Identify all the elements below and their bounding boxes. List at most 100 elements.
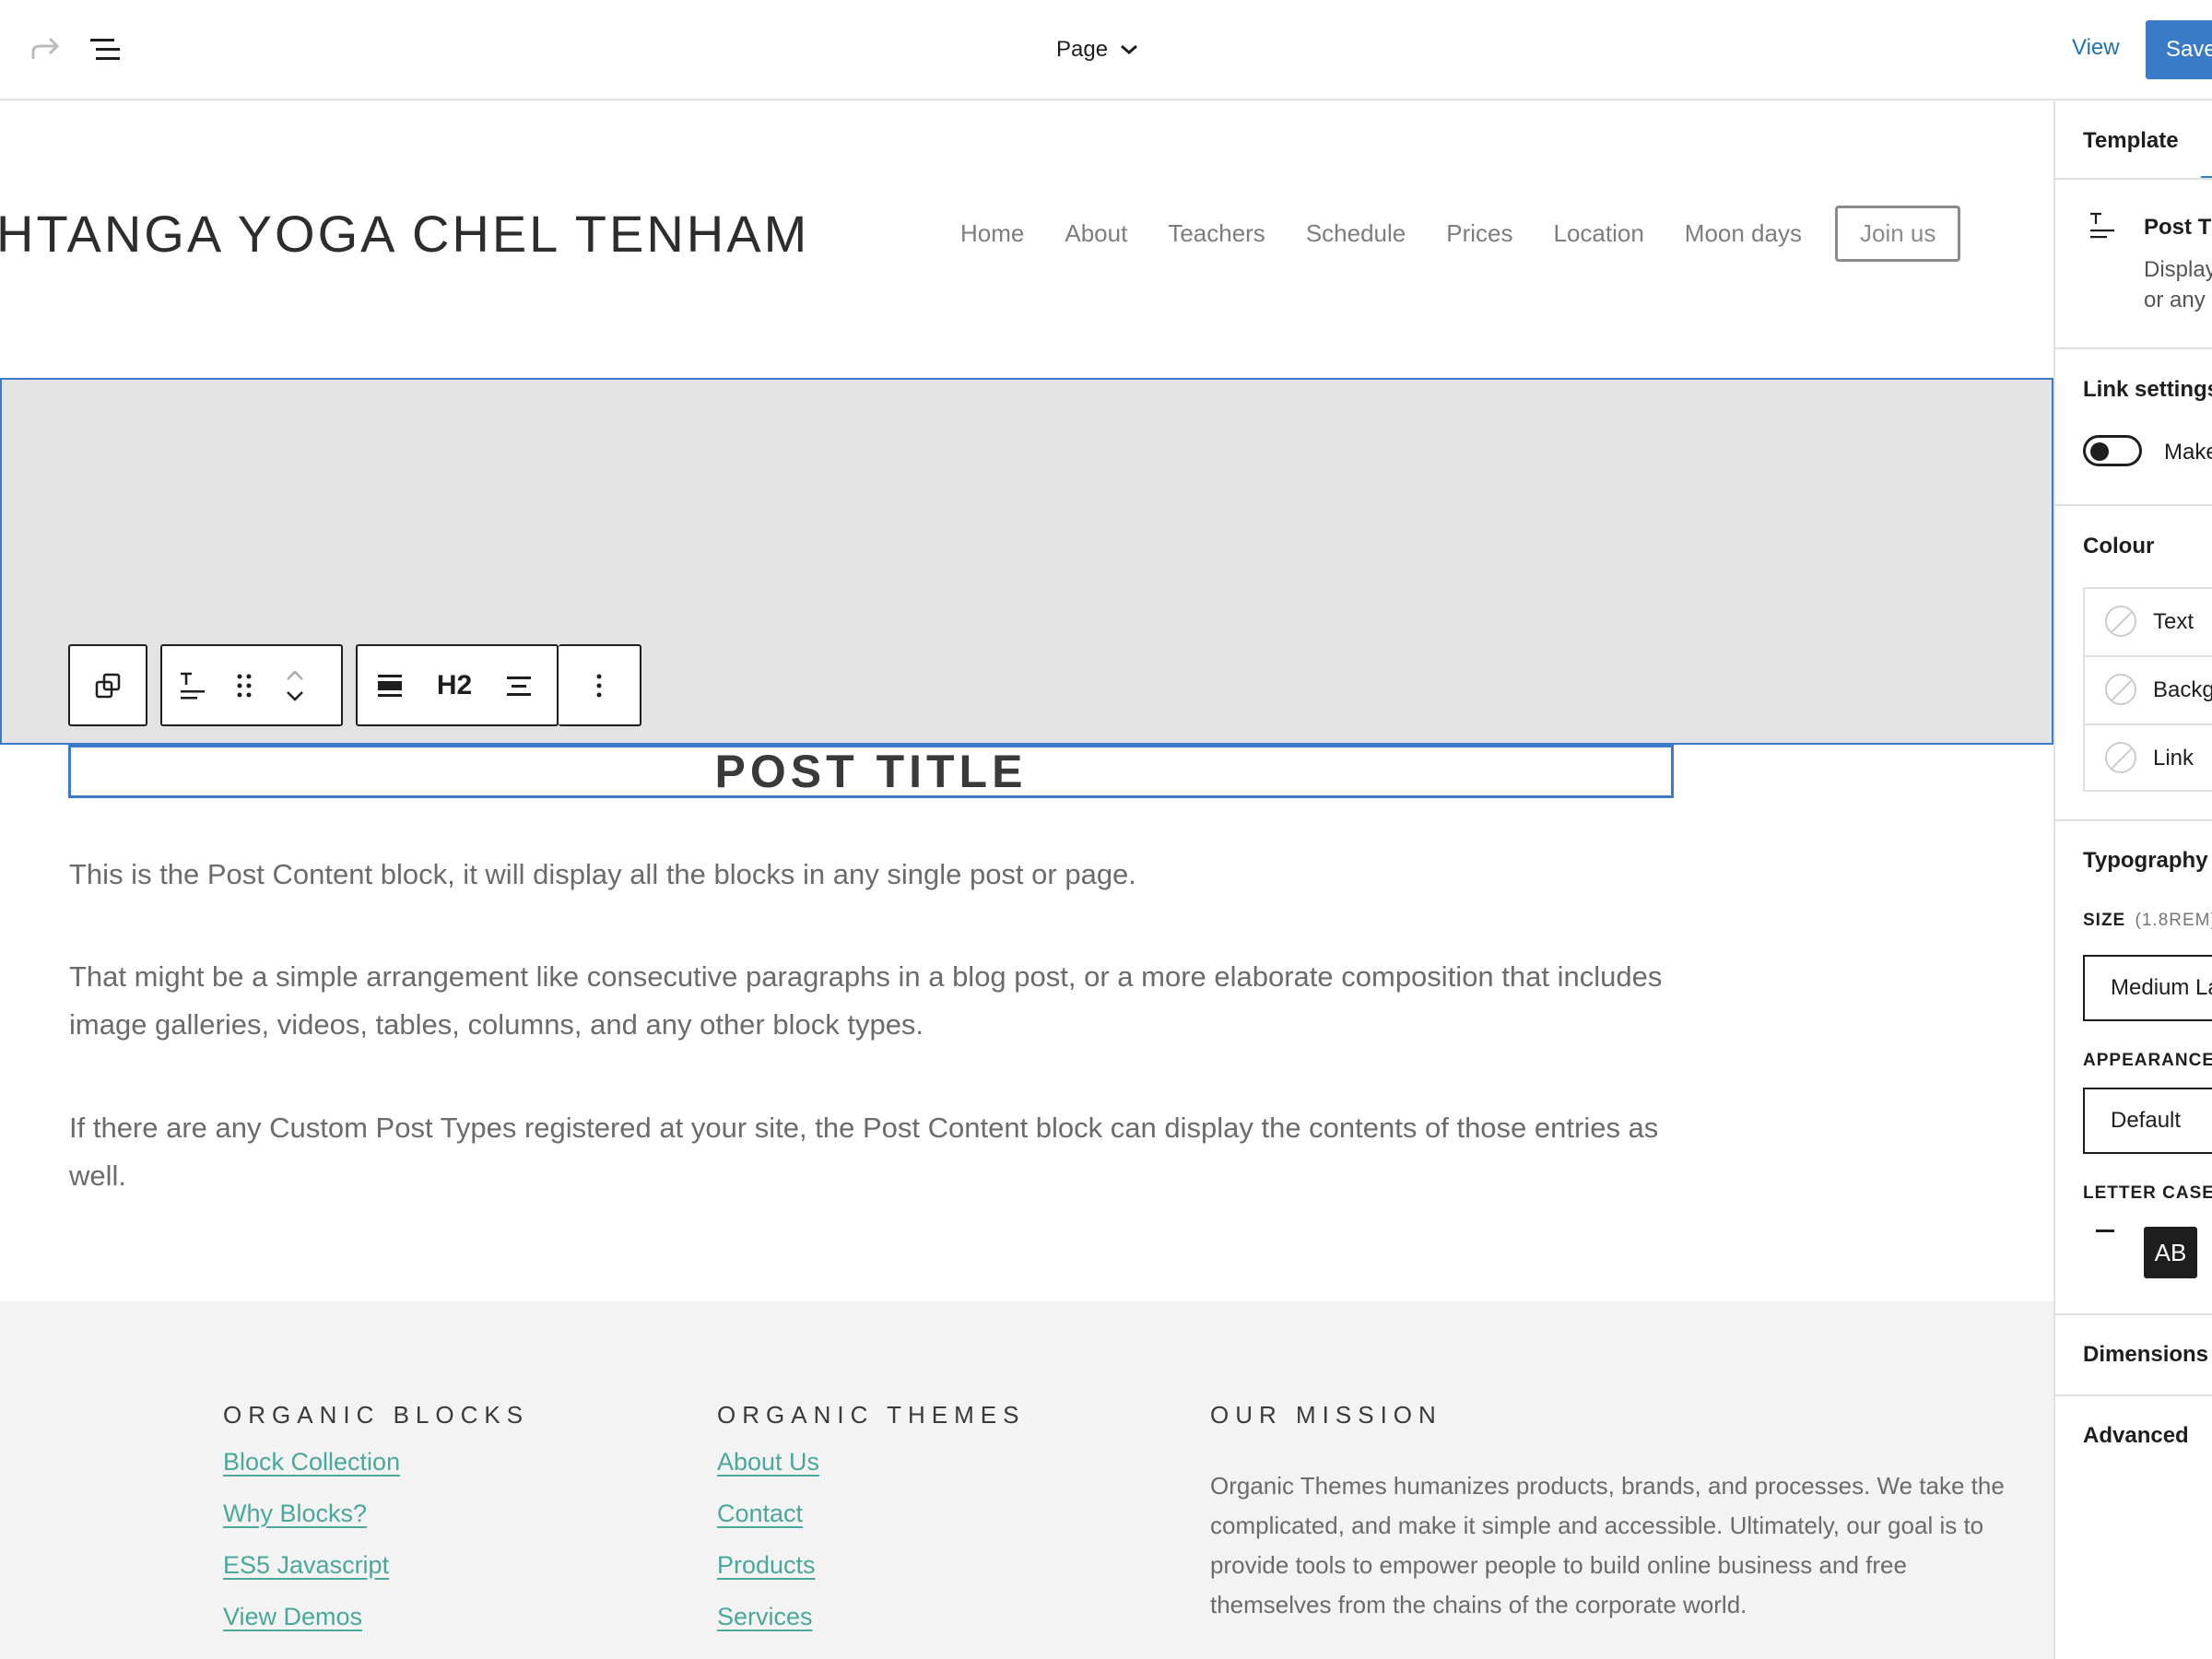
panel-advanced[interactable]: Advanced <box>2083 1423 2189 1449</box>
colour-label: Backg <box>2153 677 2212 702</box>
chevron-down-icon <box>1121 44 1138 54</box>
navigation: Home About Teachers Schedule Prices Loca… <box>960 206 1961 262</box>
footer-link[interactable]: Products <box>717 1551 1025 1580</box>
select-parent-button[interactable] <box>70 646 146 724</box>
heading-level-button[interactable]: H2 <box>422 646 487 724</box>
nav-item-moon-days[interactable]: Moon days <box>1685 219 1802 248</box>
panel-link-settings[interactable]: Link settings <box>2083 377 2212 403</box>
colour-swatch <box>2105 606 2136 637</box>
mission-text: Organic Themes humanizes products, brand… <box>1210 1472 2005 1618</box>
footer-heading: ORGANIC THEMES <box>717 1401 1026 1429</box>
block-card-title: Post Ti <box>2144 215 2212 240</box>
block-card-description: Display <box>2144 257 2212 282</box>
nav-item-teachers[interactable]: Teachers <box>1168 219 1265 248</box>
block-toolbar: H2 <box>68 644 641 726</box>
footer-column-organic-themes: ORGANIC THEMES About Us Contact Products… <box>717 1401 1025 1654</box>
colour-options: Text Backg Link <box>2083 587 2212 792</box>
move-up-icon[interactable] <box>285 669 305 682</box>
parent-block-icon <box>95 673 121 698</box>
settings-sidebar: Template Post Ti Display or any Link set… <box>2053 100 2212 1659</box>
footer-link[interactable]: Why Blocks? <box>223 1500 529 1528</box>
colour-option-link[interactable]: Link <box>2085 725 2212 794</box>
footer-link[interactable]: About Us <box>717 1448 1025 1477</box>
document-title-dropdown[interactable]: Page <box>1056 33 1139 66</box>
footer-heading: ORGANIC BLOCKS <box>223 1401 530 1429</box>
view-button[interactable]: View <box>2072 35 2120 61</box>
footer-link[interactable]: Services <box>717 1603 1025 1631</box>
post-content-paragraph[interactable]: That might be a simple arrangement like … <box>69 953 1691 1049</box>
appearance-label: APPEARANCE <box>2083 1051 2212 1070</box>
move-down-icon[interactable] <box>285 689 305 702</box>
block-type-button[interactable] <box>162 646 221 724</box>
footer-link[interactable]: Contact <box>717 1500 1025 1528</box>
letter-case-label: LETTER CASE <box>2083 1183 2212 1203</box>
footer-link[interactable]: View Demos <box>223 1603 529 1631</box>
nav-item-about[interactable]: About <box>1065 219 1127 248</box>
toolbar-group-parent <box>68 644 147 726</box>
divider <box>2055 819 2212 821</box>
panel-dimensions[interactable]: Dimensions <box>2083 1342 2208 1368</box>
nav-item-location[interactable]: Location <box>1553 219 1643 248</box>
drag-handle[interactable] <box>221 646 267 724</box>
nav-item-home[interactable]: Home <box>960 219 1024 248</box>
editor-header: Page View Save <box>0 0 2212 100</box>
divider <box>2055 178 2212 180</box>
post-content-paragraph[interactable]: If there are any Custom Post Types regis… <box>69 1104 1691 1200</box>
footer-link[interactable]: Block Collection <box>223 1448 529 1477</box>
text-align-button[interactable] <box>487 646 551 724</box>
editor-canvas: HTANGA YOGA CHEL TENHAM Home About Teach… <box>0 100 2053 1659</box>
divider <box>2055 1394 2212 1396</box>
nav-item-schedule[interactable]: Schedule <box>1306 219 1406 248</box>
toolbar-group-block <box>160 644 343 726</box>
more-options-button[interactable] <box>559 646 640 724</box>
site-footer: ORGANIC BLOCKS Block Collection Why Bloc… <box>0 1301 2053 1659</box>
toggle-knob <box>2090 442 2109 461</box>
size-label-text: SIZE <box>2083 911 2126 930</box>
panel-typography[interactable]: Typography <box>2083 848 2208 874</box>
divider <box>2055 347 2212 349</box>
post-title-block[interactable]: POST TITLE <box>68 745 1674 798</box>
footer-link[interactable]: ES5 Javascript <box>223 1551 529 1580</box>
document-title: Page <box>1056 37 1109 62</box>
colour-label: Text <box>2153 609 2194 634</box>
drag-handle-icon <box>237 674 252 697</box>
join-us-button[interactable]: Join us <box>1834 206 1961 262</box>
size-value-hint: (1.8REM) <box>2135 911 2212 930</box>
nav-item-prices[interactable]: Prices <box>1446 219 1512 248</box>
make-link-toggle[interactable] <box>2083 435 2142 466</box>
redo-icon[interactable] <box>28 33 65 66</box>
footer-heading: OUR MISSION <box>1210 1401 1442 1429</box>
tab-template[interactable]: Template <box>2083 128 2179 154</box>
panel-colour[interactable]: Colour <box>2083 534 2154 559</box>
footer-column-our-mission: OUR MISSION Organic Themes humanizes pro… <box>1210 1401 2012 1625</box>
colour-label: Link <box>2153 746 2194 771</box>
list-view-icon[interactable] <box>87 33 124 66</box>
font-size-select[interactable]: Medium La <box>2083 955 2212 1021</box>
footer-column-organic-blocks: ORGANIC BLOCKS Block Collection Why Bloc… <box>223 1401 529 1654</box>
letter-case-none-button[interactable] <box>2096 1230 2114 1232</box>
more-options-icon <box>596 674 602 697</box>
divider <box>2055 504 2212 506</box>
toolbar-group-format: H2 <box>356 644 559 726</box>
divider <box>2055 1313 2212 1315</box>
appearance-select[interactable]: Default <box>2083 1088 2212 1154</box>
colour-option-background[interactable]: Backg <box>2085 657 2212 725</box>
align-wide-icon <box>378 674 402 697</box>
block-card-description: or any <box>2144 288 2206 312</box>
post-title-icon <box>181 672 205 699</box>
move-buttons <box>267 646 323 724</box>
site-title[interactable]: HTANGA YOGA CHEL TENHAM <box>0 204 809 264</box>
post-title-icon <box>2090 212 2114 239</box>
post-title: POST TITLE <box>714 746 1028 797</box>
size-label: SIZE (1.8REM) <box>2083 911 2212 931</box>
toggle-label: Make <box>2164 440 2212 465</box>
toolbar-group-more <box>559 644 641 726</box>
colour-swatch <box>2105 674 2136 705</box>
colour-swatch <box>2105 742 2136 773</box>
align-button[interactable] <box>358 646 422 724</box>
post-content-paragraph[interactable]: This is the Post Content block, it will … <box>69 851 1691 899</box>
colour-option-text[interactable]: Text <box>2085 589 2212 657</box>
text-align-center-icon <box>507 676 531 696</box>
letter-case-uppercase-button[interactable]: AB <box>2144 1227 2197 1278</box>
save-button[interactable]: Save <box>2146 20 2212 79</box>
